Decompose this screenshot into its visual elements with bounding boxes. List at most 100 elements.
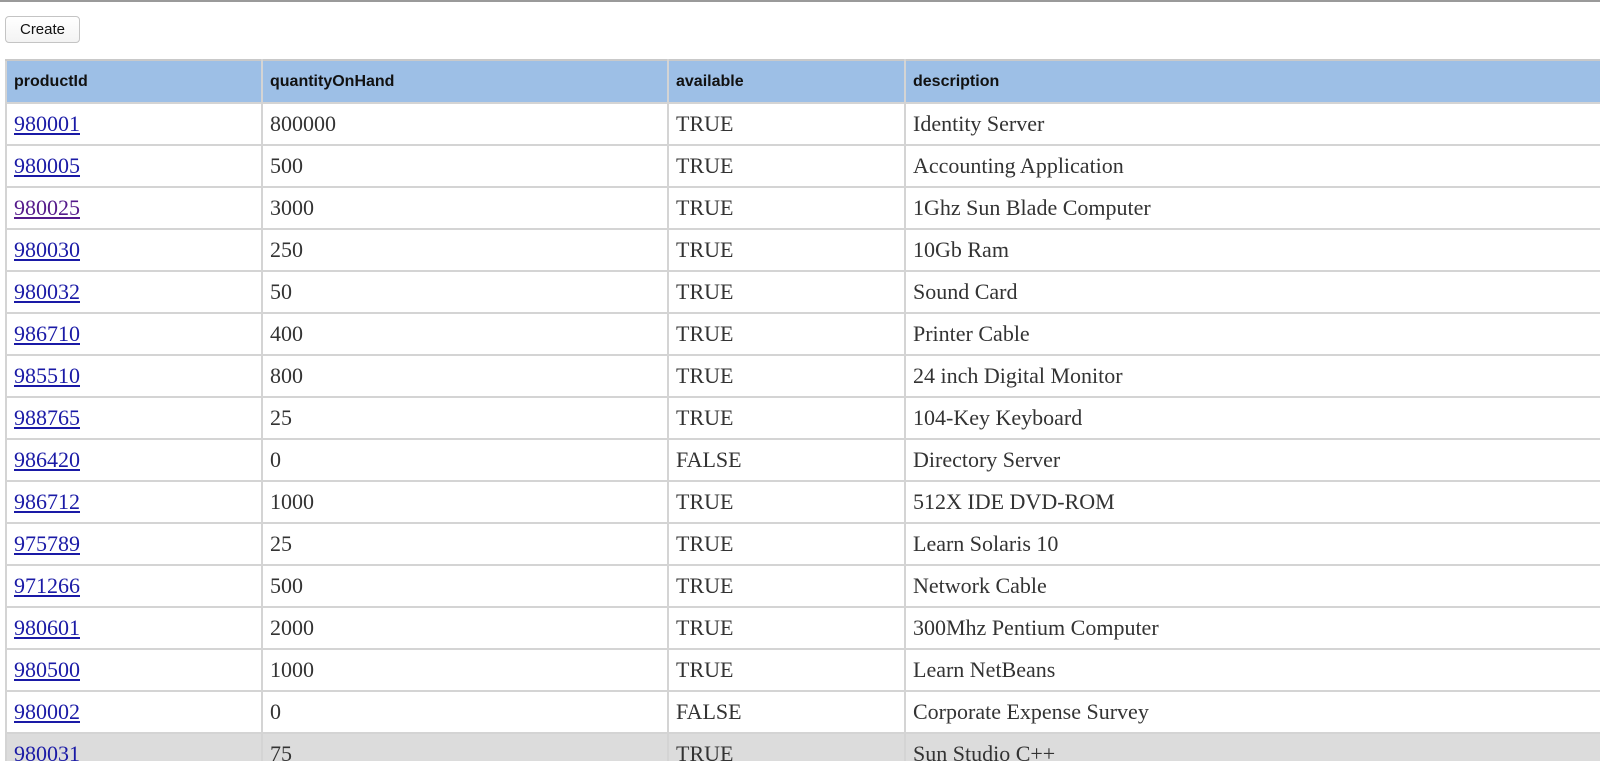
available-cell: TRUE (667, 270, 906, 314)
available-cell: TRUE (667, 564, 906, 608)
available-cell: TRUE (667, 144, 906, 188)
productid-cell: 980500 (5, 648, 263, 692)
available-cell: TRUE (667, 228, 906, 272)
productid-cell: 980002 (5, 690, 263, 734)
table-row: 971266 500 TRUE Network Cable (5, 564, 1600, 608)
description-cell: Printer Cable (904, 312, 1600, 356)
description-cell: Sound Card (904, 270, 1600, 314)
quantity-cell: 2000 (261, 606, 669, 650)
productid-link[interactable]: 980025 (14, 195, 80, 220)
productid-link[interactable]: 986420 (14, 447, 80, 472)
productid-link[interactable]: 985510 (14, 363, 80, 388)
available-cell: TRUE (667, 522, 906, 566)
productid-cell: 988765 (5, 396, 263, 440)
productid-cell: 986420 (5, 438, 263, 482)
description-cell: Sun Studio C++ (904, 732, 1600, 761)
description-cell: 1Ghz Sun Blade Computer (904, 186, 1600, 230)
quantity-cell: 400 (261, 312, 669, 356)
column-header-description[interactable]: description (904, 59, 1600, 104)
quantity-cell: 75 (261, 732, 669, 761)
quantity-cell: 500 (261, 564, 669, 608)
productid-cell: 980030 (5, 228, 263, 272)
available-cell: TRUE (667, 354, 906, 398)
top-border (0, 0, 1600, 2)
available-cell: TRUE (667, 396, 906, 440)
description-cell: Identity Server (904, 102, 1600, 146)
quantity-cell: 800000 (261, 102, 669, 146)
table-row: 986710 400 TRUE Printer Cable (5, 312, 1600, 356)
available-cell: TRUE (667, 102, 906, 146)
quantity-cell: 500 (261, 144, 669, 188)
available-cell: TRUE (667, 606, 906, 650)
column-header-productid[interactable]: productId (5, 59, 263, 104)
quantity-cell: 25 (261, 522, 669, 566)
product-table: productId quantityOnHand available descr… (5, 59, 1600, 761)
table-row: 980030 250 TRUE 10Gb Ram (5, 228, 1600, 272)
available-cell: TRUE (667, 732, 906, 761)
quantity-cell: 25 (261, 396, 669, 440)
table-row: 985510 800 TRUE 24 inch Digital Monitor (5, 354, 1600, 398)
description-cell: Directory Server (904, 438, 1600, 482)
table-row: 988765 25 TRUE 104-Key Keyboard (5, 396, 1600, 440)
available-cell: FALSE (667, 690, 906, 734)
productid-cell: 975789 (5, 522, 263, 566)
productid-link[interactable]: 988765 (14, 405, 80, 430)
table-row: 980002 0 FALSE Corporate Expense Survey (5, 690, 1600, 734)
productid-cell: 980025 (5, 186, 263, 230)
productid-cell: 980032 (5, 270, 263, 314)
table-row: 980001 800000 TRUE Identity Server (5, 102, 1600, 146)
description-cell: 300Mhz Pentium Computer (904, 606, 1600, 650)
table-row: 980500 1000 TRUE Learn NetBeans (5, 648, 1600, 692)
productid-cell: 985510 (5, 354, 263, 398)
table-row: 980031 75 TRUE Sun Studio C++ (5, 732, 1600, 761)
quantity-cell: 1000 (261, 648, 669, 692)
description-cell: Learn NetBeans (904, 648, 1600, 692)
productid-cell: 971266 (5, 564, 263, 608)
quantity-cell: 0 (261, 690, 669, 734)
productid-cell: 980031 (5, 732, 263, 761)
productid-link[interactable]: 980030 (14, 237, 80, 262)
description-cell: Accounting Application (904, 144, 1600, 188)
table-row: 986420 0 FALSE Directory Server (5, 438, 1600, 482)
productid-link[interactable]: 980032 (14, 279, 80, 304)
available-cell: FALSE (667, 438, 906, 482)
productid-link[interactable]: 980031 (14, 741, 80, 761)
productid-link[interactable]: 975789 (14, 531, 80, 556)
productid-link[interactable]: 986710 (14, 321, 80, 346)
productid-link[interactable]: 980500 (14, 657, 80, 682)
available-cell: TRUE (667, 186, 906, 230)
quantity-cell: 800 (261, 354, 669, 398)
description-cell: 104-Key Keyboard (904, 396, 1600, 440)
productid-link[interactable]: 971266 (14, 573, 80, 598)
productid-cell: 980005 (5, 144, 263, 188)
available-cell: TRUE (667, 312, 906, 356)
description-cell: Learn Solaris 10 (904, 522, 1600, 566)
create-button[interactable]: Create (5, 16, 80, 43)
quantity-cell: 3000 (261, 186, 669, 230)
description-cell: 512X IDE DVD-ROM (904, 480, 1600, 524)
table-row: 980601 2000 TRUE 300Mhz Pentium Computer (5, 606, 1600, 650)
table-row: 980025 3000 TRUE 1Ghz Sun Blade Computer (5, 186, 1600, 230)
description-cell: Corporate Expense Survey (904, 690, 1600, 734)
quantity-cell: 1000 (261, 480, 669, 524)
productid-link[interactable]: 980601 (14, 615, 80, 640)
column-header-quantityonhand[interactable]: quantityOnHand (261, 59, 669, 104)
available-cell: TRUE (667, 648, 906, 692)
column-header-available[interactable]: available (667, 59, 906, 104)
productid-cell: 986712 (5, 480, 263, 524)
productid-link[interactable]: 980002 (14, 699, 80, 724)
description-cell: 24 inch Digital Monitor (904, 354, 1600, 398)
productid-cell: 980601 (5, 606, 263, 650)
description-cell: Network Cable (904, 564, 1600, 608)
quantity-cell: 0 (261, 438, 669, 482)
table-row: 975789 25 TRUE Learn Solaris 10 (5, 522, 1600, 566)
table-row: 986712 1000 TRUE 512X IDE DVD-ROM (5, 480, 1600, 524)
productid-cell: 986710 (5, 312, 263, 356)
productid-cell: 980001 (5, 102, 263, 146)
productid-link[interactable]: 986712 (14, 489, 80, 514)
available-cell: TRUE (667, 480, 906, 524)
table-row: 980005 500 TRUE Accounting Application (5, 144, 1600, 188)
productid-link[interactable]: 980005 (14, 153, 80, 178)
productid-link[interactable]: 980001 (14, 111, 80, 136)
quantity-cell: 50 (261, 270, 669, 314)
